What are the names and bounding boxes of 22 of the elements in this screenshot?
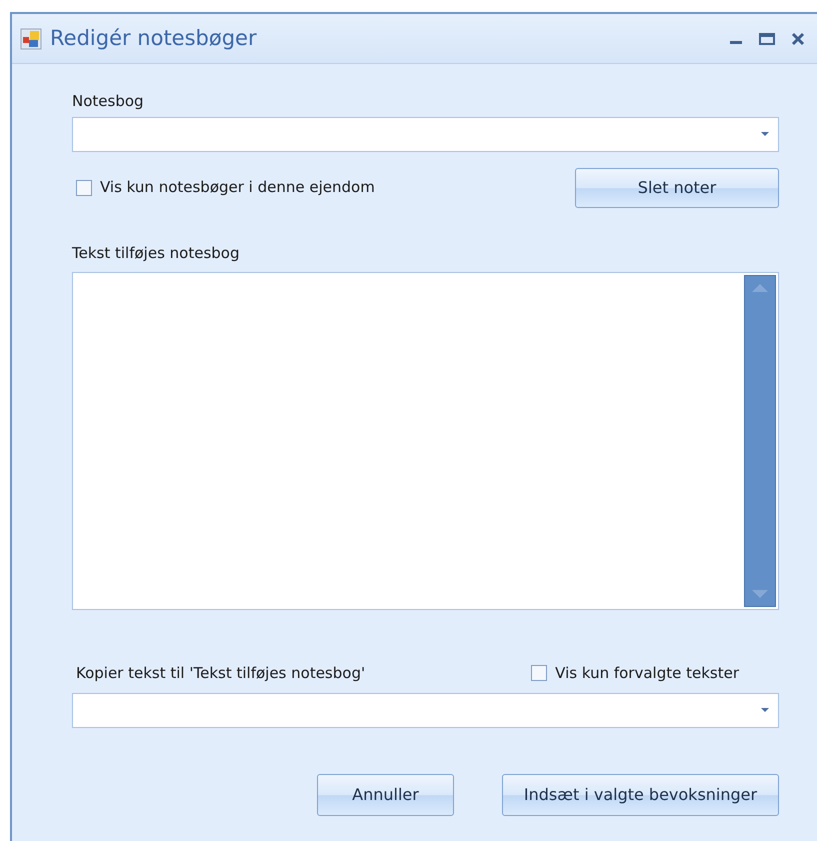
scroll-up-icon [752,284,768,292]
notebook-combobox[interactable] [72,116,779,152]
close-icon[interactable] [791,32,805,46]
field-label: Notesbog [72,92,144,110]
cancel-button[interactable]: Annuller [317,774,454,816]
checkbox-label: Vis kun notesbøger i denne ejendom [100,177,375,198]
text-area[interactable] [72,272,779,610]
dropdown-arrow-icon [760,131,770,137]
scrollbar[interactable] [744,275,776,607]
field-label: Kopier tekst til 'Tekst tilføjes notesbog' [76,663,366,684]
dropdown-arrow-icon [760,707,770,713]
checkbox[interactable] [76,180,92,196]
app-icon [20,28,42,50]
delete-notes-button[interactable]: Slet noter [575,168,779,208]
field-label: Tekst tilføjes notesbog [72,244,240,262]
checkbox[interactable] [531,665,548,682]
maximize-icon[interactable] [759,32,775,46]
scroll-down-icon [752,590,768,598]
insert-button[interactable]: Indsæt i valgte bevoksninger [502,774,779,816]
checkbox-label: Vis kun forvalgte tekster [555,663,739,684]
window-title: Redigér notesbøger [50,24,257,52]
copy-text-combobox[interactable] [72,692,779,728]
